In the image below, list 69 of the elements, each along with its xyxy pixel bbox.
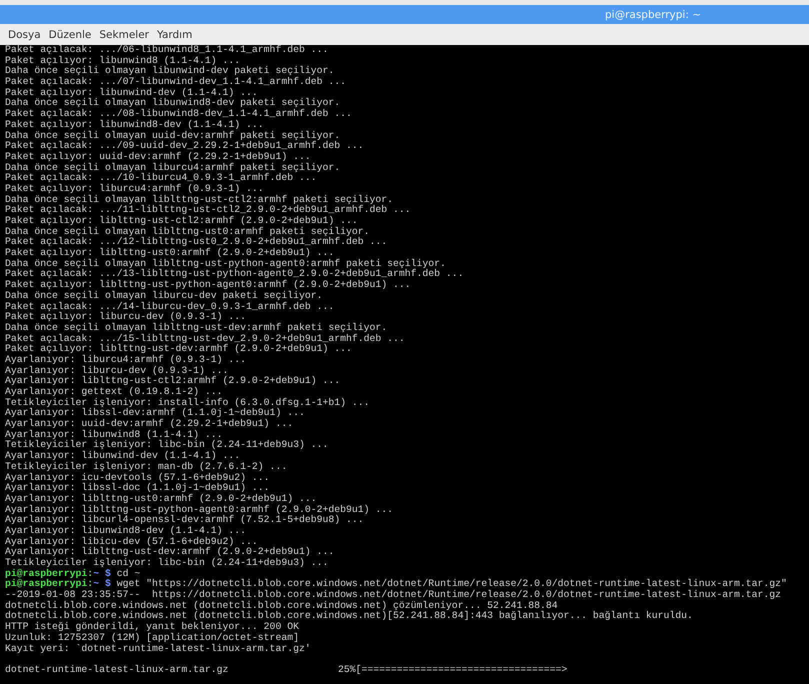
output-line: Daha önce seçili olmayan liblttng-ust-dev:armhf paketi seçiliyor. [5, 322, 388, 333]
output-line: Uzunluk: 12752307 (12M) [application/octet-stream] [5, 632, 299, 643]
output-line: Paket açılıyor: liblttng-ust-ctl2:armhf (2.9.0-2+deb9u1) ... [5, 215, 358, 226]
output-line: Ayarlanıyor: libunwind8-dev (1.1-4.1) ... [5, 524, 246, 536]
progress-bar-text: [==================================> [356, 664, 568, 675]
output-line: dotnetcli.blob.core.windows.net (dotnetcli.blob.core.windows.net) çözümleniyor... 52.241.88.84 [5, 600, 558, 611]
output-line: Daha önce seçili olmayan liblttng-ust0:armhf paketi seçiliyor. [5, 226, 370, 237]
output-line: Ayarlanıyor: libunwind8 (1.1-4.1) ... [5, 428, 223, 440]
output-line: Daha önce seçili olmayan liburcu-dev paketi seçiliyor. [5, 290, 322, 301]
output-line: Paket açılıyor: libunwind8-dev (1.1-4.1) ... [5, 118, 264, 130]
output-line: Paket açılacak: .../07-libunwind-dev_1.1-4.1_armhf.deb ... [5, 76, 346, 88]
output-line: Paket açılacak: .../12-liblttng-ust0_2.9.0-2+deb9u1_armhf.deb ... [5, 236, 388, 248]
prompt-host: pi@raspberrypi: [5, 568, 94, 579]
output-line: Ayarlanıyor: icu-devtools (57.1-6+deb9u2) ... [5, 472, 270, 482]
prompt-path: ~ $ [93, 568, 111, 579]
output-line: Ayarlanıyor: libcurl4-openssl-dev:armhf (7.52.1-5+deb9u8) ... [5, 514, 364, 526]
output-line: Paket açılacak: .../15-liblttng-ust-dev_2.9.0-2+deb9u1_armhf.deb ... [5, 332, 405, 344]
output-line: Ayarlanıyor: liblttng-ust-dev:armhf (2.9.0-2+deb9u1) ... [5, 546, 334, 558]
menu-item[interactable]: Sekmeler [99, 28, 149, 40]
output-line: --2019-01-08 23:35:57-- https://dotnetcli.blob.core.windows.net/dotnet/Runtime/release/2.0.0/dotnet-runtime-latest-linux-arm.tar.gz [5, 589, 782, 600]
output-line: Paket açılıyor: libunwind-dev (1.1-4.1) ... [5, 86, 258, 98]
output-line: Ayarlanıyor: liburcu-dev (0.9.3-1) ... [5, 364, 228, 376]
output-line: Ayarlanıyor: libicu-dev (57.1-6+deb9u2) ... [5, 536, 258, 547]
output-line: Paket açılacak: .../13-liblttng-ust-python-agent0_2.9.0-2+deb9u1_armhf.deb ... [5, 268, 464, 280]
output-line: Paket açılacak: .../14-liburcu-dev_0.9.3-1_armhf.deb ... [5, 300, 334, 312]
output-line: Kayıt yeri: `dotnet-runtime-latest-linux-arm.tar.gz' [5, 642, 311, 654]
output-line: Ayarlanıyor: liblttng-ust-python-agent0:armhf (2.9.0-2+deb9u1) ... [5, 504, 394, 515]
output-line: Paket açılıyor: liburcu-dev (0.9.3-1) ... [5, 311, 246, 322]
output-line: Paket açılıyor: liburcu4:armhf (0.9.3-1) ... [5, 182, 264, 194]
output-line: Paket açılacak: .../11-liblttng-ust-ctl2_2.9.0-2+deb9u1_armhf.deb ... [5, 204, 411, 216]
output-line: Ayarlanıyor: liblttng-ust-ctl2:armhf (2.9.0-2+deb9u1) ... [5, 375, 340, 386]
output-line: Tetikleyiciler işleniyor: libc-bin (2.24-11+deb9u3) ... [5, 557, 328, 568]
output-line: Daha önce seçili olmayan libunwind8-dev paketi seçiliyor. [5, 97, 340, 108]
prompt-host: pi@raspberrypi: [5, 578, 94, 590]
window-title: pi@raspberrypi: ~ [604, 8, 701, 20]
output-line: Ayarlanıyor: liburcu4:armhf (0.9.3-1) ... [5, 354, 246, 365]
output-line: Paket açılacak: .../09-uuid-dev_2.29.2-1+deb9u1_armhf.deb ... [5, 140, 364, 152]
output-line: Daha önce seçili olmayan libunwind-dev paketi seçiliyor. [5, 65, 334, 76]
output-line: HTTP isteği gönderildi, yanıt bekleniyor... 200 OK [5, 621, 299, 632]
download-file-name: dotnet-runtime-latest-linux-arm.tar.gz [5, 664, 230, 676]
command-text: wget "https://dotnetcli.blob.core.windows.net/dotnet/Runtime/release/2.0.0/dotnet-runtime-latest-linux-arm.tar.gz" [116, 578, 787, 590]
output-line: Paket açılıyor: uuid-dev:armhf (2.29.2-1+deb9u1) ... [5, 150, 311, 162]
output-line: Daha önce seçili olmayan liburcu4:armhf paketi seçiliyor. [5, 162, 340, 173]
output-line: Daha önce seçili olmayan liblttng-ust-ctl2:armhf paketi seçiliyor. [5, 194, 394, 205]
output-line: Ayarlanıyor: uuid-dev:armhf (2.29.2-1+deb9u1) ... [5, 418, 294, 430]
output-line: Ayarlanıyor: libssl-dev:armhf (1.1.0j-1~deb9u1) ... [5, 407, 305, 418]
output-line: Tetikleyiciler işleniyor: man-db (2.7.6.1-2) ... [5, 460, 288, 472]
menu-item[interactable]: Düzenle [48, 28, 92, 40]
output-line: Paket açılacak: .../08-libunwind8-dev_1.1-4.1_armhf.deb ... [5, 108, 352, 120]
output-line: Paket açılıyor: liblttng-ust-python-agent0:armhf (2.9.0-2+deb9u1) ... [5, 279, 411, 290]
output-line: Tetikleyiciler işleniyor: libc-bin (2.24-11+deb9u3) ... [5, 439, 328, 450]
output-line: Tetikleyiciler işleniyor: install-info (6.3.0.dfsg.1-1+b1) ... [5, 396, 370, 408]
command-text: cd ~ [116, 568, 140, 579]
output-line: Daha önce seçili olmayan liblttng-ust-python-agent0:armhf paketi seçiliyor. [5, 258, 446, 269]
menu-item[interactable]: Dosya [8, 28, 41, 40]
output-line: dotnetcli.blob.core.windows.net (dotnetcli.blob.core.windows.net)[52.241.88.84]:443 bağlanılıyor... bağlantı kuruldu. [5, 610, 693, 622]
output-line: Paket açılıyor: libunwind8 (1.1-4.1) ... [5, 54, 240, 66]
output-line: Ayarlanıyor: libssl-doc (1.1.0j-1~deb9u1) ... [5, 482, 270, 494]
output-line: Ayarlanıyor: gettext (0.19.8.1-2) ... [5, 386, 223, 397]
output-line: Paket açılacak: .../10-liburcu4_0.9.3-1_armhf.deb ... [5, 172, 317, 184]
output-line: Ayarlanıyor: liblttng-ust0:armhf (2.9.0-2+deb9u1) ... [5, 492, 317, 504]
output-line: Ayarlanıyor: libunwind-dev (1.1-4.1) ... [5, 450, 240, 462]
menu-item[interactable]: Yardım [156, 28, 192, 40]
output-line: Paket açılıyor: liblttng-ust-dev:armhf (2.9.0-2+deb9u1) ... [5, 343, 352, 354]
output-line: Paket açılıyor: liblttng-ust0:armhf (2.9.0-2+deb9u1) ... [5, 247, 334, 258]
progress-percent: 25% [338, 664, 356, 675]
output-line: Daha önce seçili olmayan uuid-dev:armhf paketi seçiliyor. [5, 130, 340, 140]
output-line: Paket açılacak: .../06-libunwind8_1.1-4.1_armhf.deb ... [5, 44, 328, 55]
prompt-path: ~ $ [93, 578, 111, 590]
